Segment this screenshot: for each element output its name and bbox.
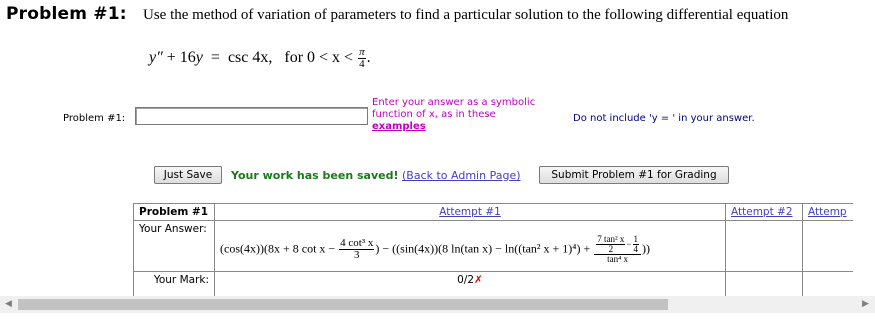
- answer-part-1: (cos(4x))(8x + 8 cot x −: [220, 240, 336, 255]
- answer-part-2: ) − ((sin(4x))(8 ln(tan x) − ln((tan² x …: [375, 240, 591, 255]
- examples-link[interactable]: examples: [372, 121, 426, 132]
- attempt-3-answer: [802, 220, 853, 272]
- answer-frac-2a-den: 2: [608, 243, 614, 254]
- scroll-left-icon[interactable]: ◀: [5, 299, 12, 309]
- submit-for-grading-button[interactable]: Submit Problem #1 for Grading: [539, 166, 729, 184]
- answer-frac-2b-num: 1: [632, 233, 639, 245]
- problem-statement: Use the method of variation of parameter…: [143, 7, 789, 23]
- scrollbar-thumb[interactable]: [18, 299, 668, 310]
- attempt-2-mark: [725, 271, 803, 297]
- header-attempt-3: Attemp: [802, 203, 853, 221]
- answer-row-label: Your Answer:: [133, 220, 215, 272]
- answer-frac-2-minus: −: [626, 238, 632, 249]
- answer-hint: Enter your answer as a symbolic function…: [372, 97, 535, 133]
- answer-frac-2-den: tan⁴ x: [607, 253, 629, 264]
- hint-line-1: Enter your answer as a symbolic: [372, 97, 536, 108]
- eq-y: y: [195, 49, 203, 67]
- attempt-3-link[interactable]: Attemp: [808, 206, 847, 218]
- answer-part-3: )): [642, 240, 650, 255]
- differential-equation: y″ + 16y = csc 4x, for 0 < x < π 4 .: [149, 47, 371, 70]
- results-header-row: Problem #1 Attempt #1 Attempt #2 Attemp: [133, 203, 853, 221]
- mark-value: 0/2: [457, 274, 475, 286]
- answer-frac-2: 7 tan² x 2 − 1 4 tan⁴ x: [594, 233, 641, 264]
- header-attempt-1: Attempt #1: [214, 203, 726, 221]
- just-save-button[interactable]: Just Save: [154, 166, 222, 184]
- incorrect-x-icon: ✗: [474, 274, 483, 286]
- problem-heading: Problem #1:: [6, 4, 127, 24]
- attempt-1-mark: 0/2✗: [214, 271, 726, 297]
- saved-message: Your work has been saved!: [231, 169, 399, 182]
- answer-input[interactable]: [135, 107, 368, 125]
- answer-frac-2a-num: 7 tan² x: [596, 233, 626, 245]
- eq-pi-over-four: π 4: [358, 47, 366, 70]
- eq-plus-sixteen: + 16: [166, 49, 196, 67]
- eq-equals: =: [210, 49, 220, 67]
- eq-y-double-prime: y″: [149, 49, 163, 67]
- results-answer-row: Your Answer: (cos(4x))(8x + 8 cot x − 4 …: [133, 220, 853, 272]
- scroll-right-icon[interactable]: ▶: [862, 299, 869, 309]
- header-problem: Problem #1: [133, 203, 215, 221]
- attempt-2-answer: [725, 220, 803, 272]
- no-include-note: Do not include 'y = ' in your answer.: [573, 113, 755, 124]
- hint-line-2: function of x, as in these: [372, 109, 496, 120]
- attempt-3-mark: [802, 271, 853, 297]
- answer-frac-2a: 7 tan² x 2: [596, 233, 626, 254]
- results-mark-row: Your Mark: 0/2✗: [133, 271, 853, 297]
- answer-frac-2b: 1 4: [632, 233, 639, 254]
- answer-frac-2-num: 7 tan² x 2 − 1 4: [594, 233, 641, 255]
- results-table: Problem #1 Attempt #1 Attempt #2 Attemp …: [133, 203, 853, 297]
- attempt-1-answer: (cos(4x))(8x + 8 cot x − 4 cot³ x 3 ) − …: [214, 220, 726, 272]
- answer-row-label: Problem #1:: [63, 113, 126, 124]
- eq-domain: for 0 < x <: [284, 49, 354, 67]
- answer-frac-1-num: 4 cot³ x: [339, 236, 375, 250]
- back-to-admin-link[interactable]: (Back to Admin Page): [402, 169, 521, 182]
- eq-rhs: csc 4x,: [227, 49, 273, 67]
- header-attempt-2: Attempt #2: [725, 203, 803, 221]
- answer-frac-1-den: 3: [354, 248, 360, 261]
- attempt-1-link[interactable]: Attempt #1: [439, 206, 501, 218]
- answer-frac-2b-den: 4: [633, 243, 639, 254]
- eq-four: 4: [359, 58, 365, 70]
- mark-row-label: Your Mark:: [133, 271, 215, 297]
- eq-period: .: [366, 49, 371, 67]
- attempt-2-link[interactable]: Attempt #2: [731, 206, 793, 218]
- answer-frac-1: 4 cot³ x 3: [339, 236, 375, 261]
